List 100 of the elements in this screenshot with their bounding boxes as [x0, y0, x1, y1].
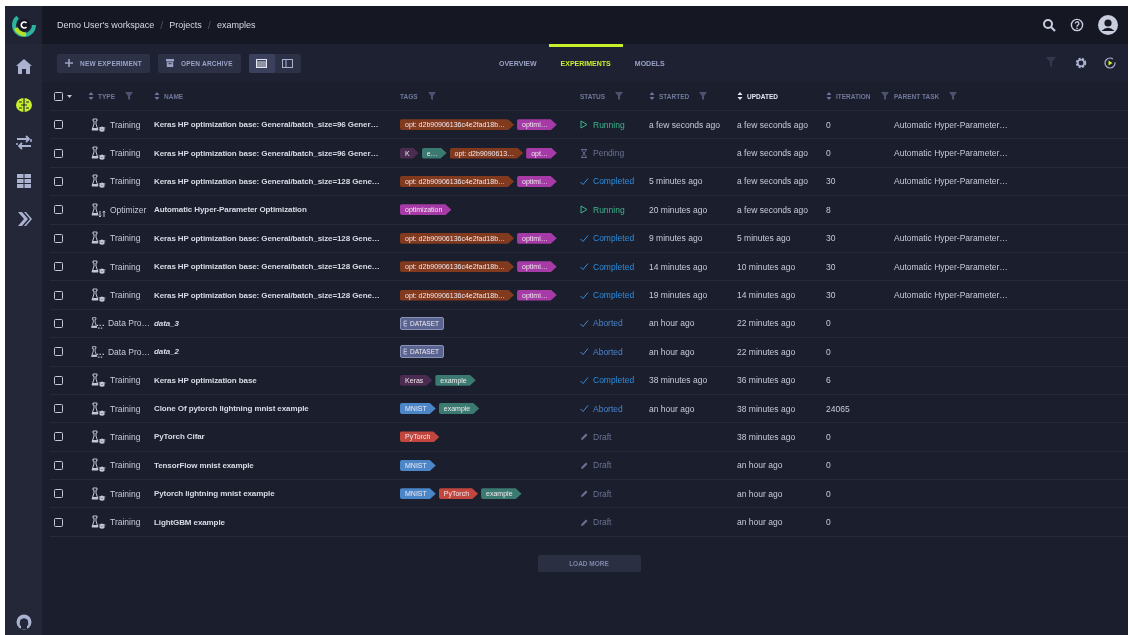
row-checkbox[interactable] — [54, 290, 63, 300]
row-checkbox[interactable] — [54, 318, 63, 328]
experiment-name[interactable]: Keras HP optimization base: General/batch_size=128 Gene… — [154, 176, 380, 186]
flask-icon — [88, 174, 106, 189]
sort-icon[interactable] — [737, 92, 743, 100]
experiment-name[interactable]: TensorFlow mnist example — [154, 460, 254, 470]
check-icon — [580, 375, 589, 385]
table-cell: 38 minutes ago — [737, 432, 796, 442]
check-icon — [580, 404, 589, 414]
type-text: Training — [110, 488, 141, 499]
select-all-checkbox[interactable] — [54, 91, 63, 101]
play-icon — [580, 205, 589, 215]
row-checkbox[interactable] — [54, 347, 63, 357]
search-icon[interactable] — [1042, 18, 1056, 32]
check-icon — [580, 262, 589, 272]
table-cell: 30 — [826, 261, 836, 272]
settings-icon[interactable] — [1075, 57, 1087, 69]
breadcrumb-separator: / — [207, 19, 211, 31]
table-cell: a few seconds ago — [737, 148, 808, 159]
table-cell: Automatic Hyper-Parameter… — [894, 176, 1008, 187]
row-checkbox[interactable] — [54, 517, 63, 527]
table-cell: 36 minutes ago — [737, 375, 796, 386]
experiment-name[interactable]: Keras HP optimization base: General/batch_size=96 Gener… — [154, 120, 379, 130]
flask-icon — [88, 486, 106, 501]
flask-icon — [88, 202, 106, 217]
grid-icon[interactable] — [14, 172, 33, 190]
table-cell: 22 minutes ago — [737, 346, 796, 357]
experiment-name[interactable]: LightGBM example — [154, 517, 225, 527]
arrows-icon[interactable] — [14, 134, 33, 152]
table-cell: 30 — [826, 233, 836, 244]
table-cell: 6 — [826, 375, 831, 386]
check-icon — [580, 318, 589, 328]
experiment-name[interactable]: Automatic Hyper-Parameter Optimization — [154, 205, 307, 215]
row-checkbox[interactable] — [54, 148, 63, 158]
status-text: Completed — [593, 233, 635, 244]
row-checkbox[interactable] — [54, 432, 63, 442]
flask-icon — [88, 316, 104, 331]
row-checkbox[interactable] — [54, 404, 63, 414]
table-cell: 8 — [826, 204, 831, 215]
flask-icon — [88, 288, 106, 303]
table-view-icon — [256, 58, 268, 68]
table-cell: a few seconds ago — [649, 119, 720, 130]
table-cell: 0 — [826, 119, 831, 130]
status-text: Completed — [593, 290, 635, 301]
breadcrumb-link[interactable]: examples — [216, 20, 256, 30]
row-checkbox[interactable] — [54, 176, 63, 186]
table-cell: an hour ago — [737, 488, 783, 499]
table-cell: 5 minutes ago — [649, 176, 703, 187]
avatar-icon[interactable] — [1098, 15, 1118, 35]
check-icon — [580, 176, 589, 186]
table-cell: a few seconds ago — [737, 204, 808, 215]
flask-icon — [88, 259, 106, 274]
flask-icon — [88, 373, 106, 388]
table-cell: an hour ago — [737, 460, 783, 471]
table-cell: Automatic Hyper-Parameter… — [894, 148, 1008, 159]
experiment-name[interactable]: PyTorch Cifar — [154, 432, 205, 442]
status-text: Completed — [593, 261, 635, 272]
view-toggle-button[interactable] — [248, 53, 275, 73]
breadcrumb-link[interactable]: Demo User's workspace — [57, 20, 155, 30]
row-checkbox[interactable] — [54, 233, 63, 243]
brain-icon[interactable] — [14, 96, 33, 114]
row-checkbox[interactable] — [54, 205, 63, 215]
experiment-name[interactable]: data_3 — [154, 318, 179, 328]
flask-icon — [88, 401, 106, 416]
breadcrumb-separator: / — [160, 19, 164, 31]
experiment-name[interactable]: Clone Of pytorch lightning mnist example — [154, 404, 309, 414]
experiment-name[interactable]: Keras HP optimization base: General/batch_size=128 Gene… — [154, 290, 380, 300]
hourglass-icon — [580, 148, 589, 158]
experiment-name[interactable]: Keras HP optimization base: General/batch_size=128 Gene… — [154, 233, 380, 243]
status-text: Running — [593, 119, 625, 130]
status-text: Completed — [593, 375, 635, 386]
home-icon[interactable] — [14, 58, 33, 76]
flask-icon — [88, 458, 106, 473]
logo-icon[interactable] — [11, 13, 36, 37]
experiment-name[interactable]: Keras HP optimization base: General/batch_size=128 Gene… — [154, 262, 380, 272]
flask-icon — [88, 430, 106, 444]
table-cell: a few seconds ago — [737, 176, 808, 187]
type-text: Training — [110, 375, 141, 386]
refresh-play-icon[interactable] — [1104, 57, 1116, 69]
table-cell: 20 minutes ago — [649, 204, 708, 215]
caret-icon[interactable] — [67, 94, 72, 98]
pencil-icon — [580, 432, 589, 442]
row-checkbox[interactable] — [54, 489, 63, 499]
row-checkbox[interactable] — [54, 120, 63, 130]
breadcrumb-link[interactable]: Projects — [169, 20, 202, 30]
list-icon — [403, 319, 408, 327]
experiment-name[interactable]: Keras HP optimization base: General/batch_size=96 Gener… — [154, 148, 379, 158]
row-checkbox[interactable] — [54, 460, 63, 470]
table-cell: 30 — [826, 290, 836, 301]
help-icon[interactable] — [1070, 18, 1084, 32]
experiment-name[interactable]: Keras HP optimization base — [154, 375, 257, 385]
table-cell: 24065 — [826, 403, 850, 414]
table-cell: 19 minutes ago — [649, 290, 708, 301]
experiment-name[interactable]: Pytorch lightning mnist example — [154, 489, 275, 499]
row-checkbox[interactable] — [54, 375, 63, 385]
type-text: Training — [110, 460, 141, 471]
experiment-name[interactable]: data_2 — [154, 347, 179, 357]
pencil-icon — [580, 460, 589, 470]
row-checkbox[interactable] — [54, 262, 63, 272]
type-text: Training — [110, 176, 141, 187]
